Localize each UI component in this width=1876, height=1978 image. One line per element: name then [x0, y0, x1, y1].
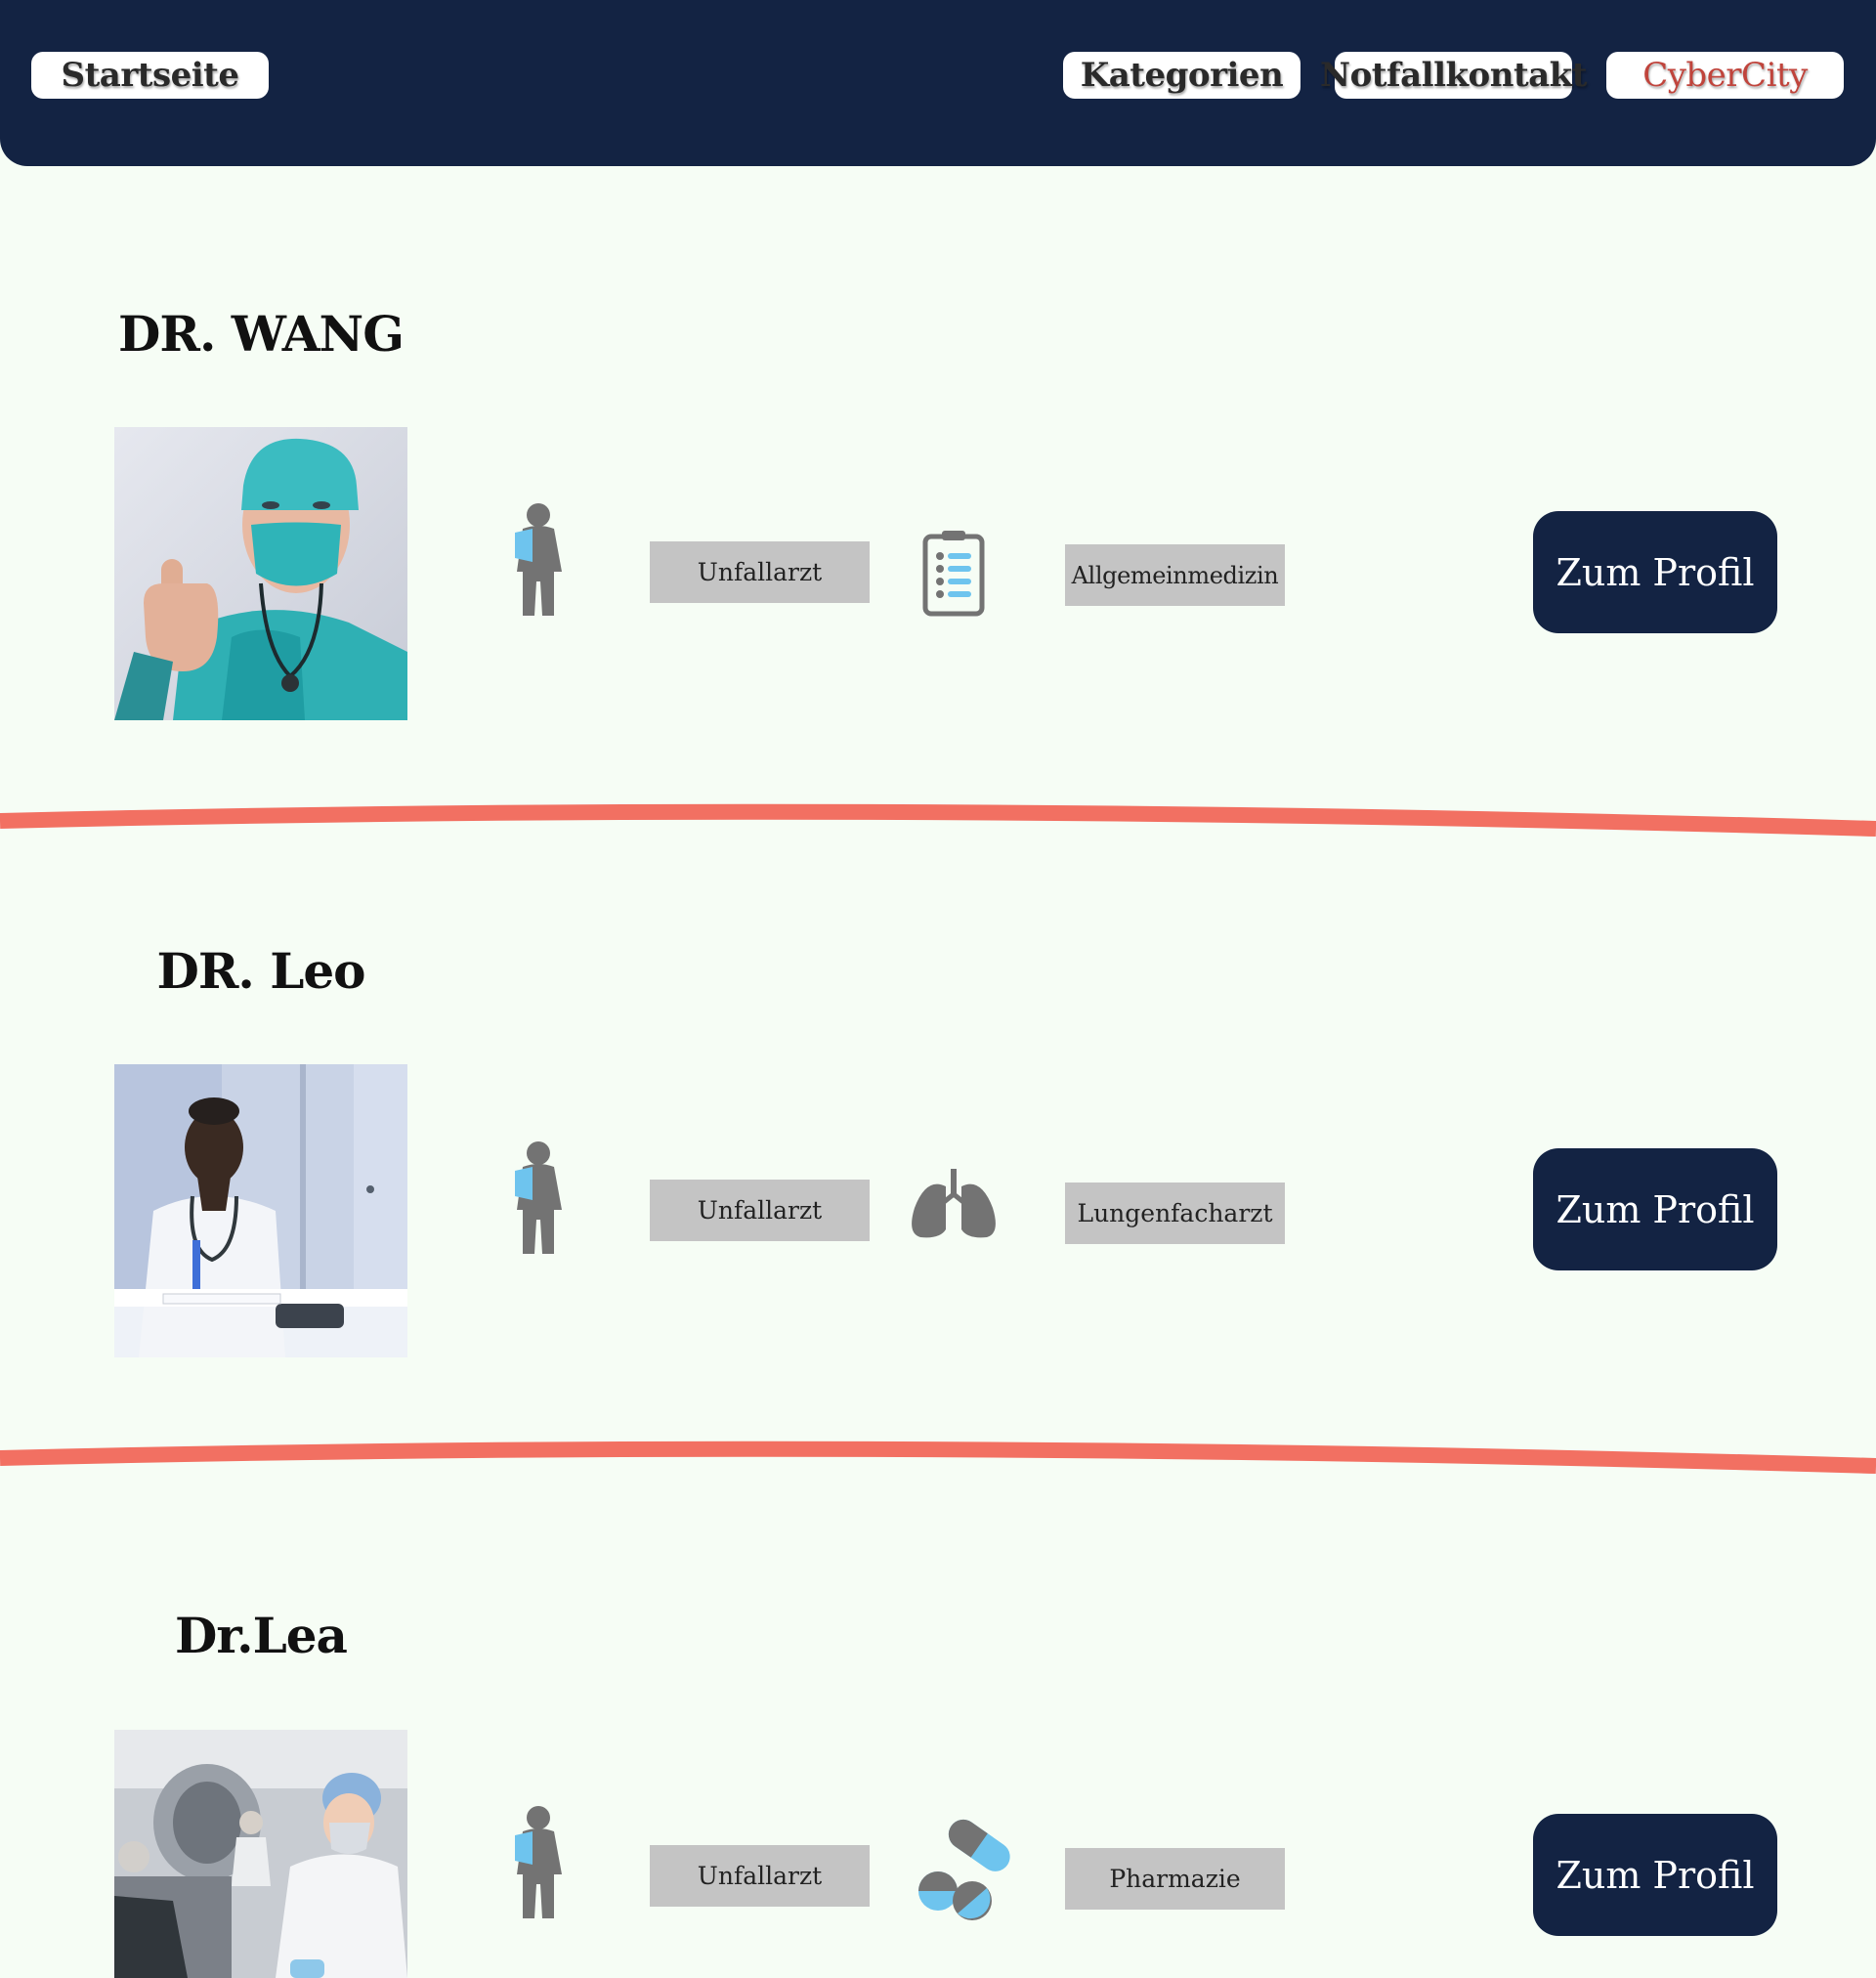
specialty-tag-pulmonology: Lungenfacharzt [1065, 1182, 1285, 1244]
specialty-tag-general: Allgemeinmedizin [1065, 544, 1285, 606]
trauma-patient-icon [511, 1806, 566, 1922]
section-divider [0, 1440, 1876, 1474]
lungs-icon [907, 1169, 1001, 1243]
doctor-photo [114, 1064, 407, 1357]
nav-categories-button[interactable]: Kategorien [1063, 52, 1300, 99]
specialty-tag-trauma: Unfallarzt [650, 541, 870, 603]
doctor-photo [114, 1730, 407, 1978]
view-profile-button[interactable]: Zum Profil [1533, 1148, 1777, 1270]
specialty-tag-trauma: Unfallarzt [650, 1845, 870, 1907]
specialty-tag-pharmacy: Pharmazie [1065, 1848, 1285, 1910]
view-profile-button[interactable]: Zum Profil [1533, 511, 1777, 633]
doctor-name: Dr.Lea [175, 1607, 348, 1664]
nav-home-button[interactable]: Startseite [31, 52, 269, 99]
doctor-photo [114, 427, 407, 720]
doctor-name: DR. WANG [118, 305, 405, 363]
doctor-name: DR. Leo [156, 942, 365, 1000]
nav-emergency-contact-button[interactable]: Notfallkontakt [1320, 52, 1587, 99]
specialty-tag-trauma: Unfallarzt [650, 1180, 870, 1241]
clipboard-icon [922, 531, 985, 621]
top-navigation-bar: Startseite Kategorien Notfallkontakt Cyb… [0, 0, 1876, 166]
section-divider [0, 803, 1876, 837]
trauma-patient-icon [511, 503, 566, 620]
trauma-patient-icon [511, 1141, 566, 1258]
view-profile-button[interactable]: Zum Profil [1533, 1814, 1777, 1936]
nav-brand-cybercity-button[interactable]: CyberCity [1606, 52, 1844, 99]
pills-icon [918, 1813, 1026, 1926]
